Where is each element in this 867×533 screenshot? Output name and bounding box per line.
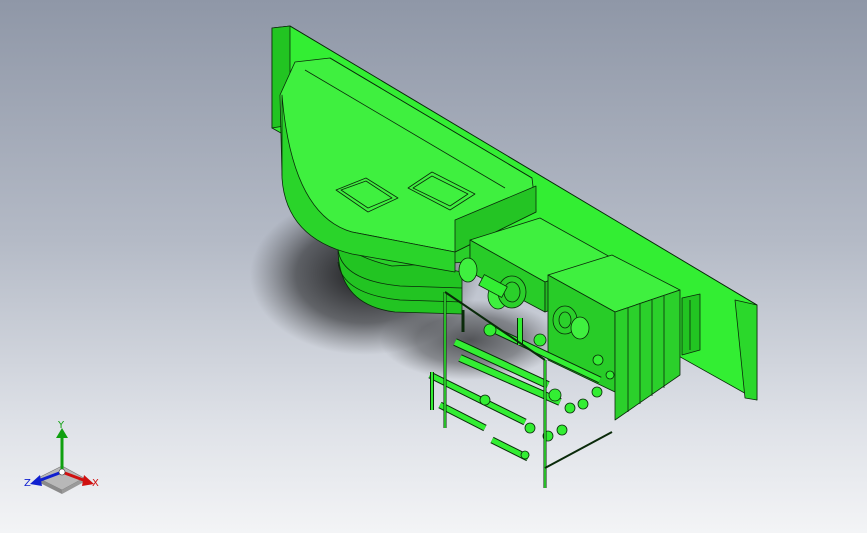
x-axis-label: X xyxy=(92,478,99,489)
cooler-block[interactable] xyxy=(547,254,681,421)
z-axis-label: Z xyxy=(24,478,31,489)
3d-model-view[interactable] xyxy=(0,0,867,533)
y-axis-arrow-icon xyxy=(56,428,68,472)
y-axis-label: Y xyxy=(57,420,65,431)
graphics-viewport[interactable]: Y X Z xyxy=(0,0,867,533)
side-bracket[interactable] xyxy=(681,293,701,356)
orientation-triad[interactable]: Y X Z xyxy=(22,418,106,494)
